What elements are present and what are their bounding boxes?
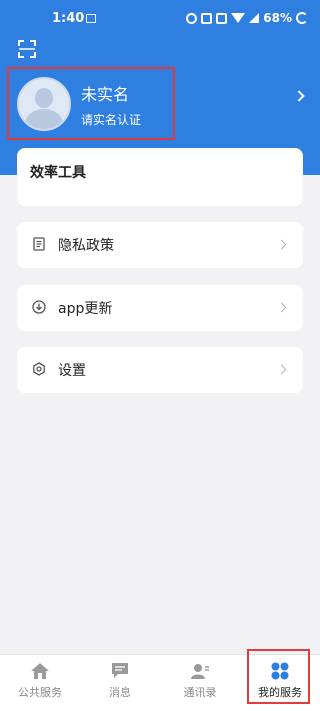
efficiency-tools-title: 效率工具 (30, 165, 86, 181)
profile-card[interactable]: 未实名 请实名认证 (7, 67, 175, 140)
download-icon (32, 300, 46, 314)
efficiency-tools-card: 效率工具 (17, 148, 303, 206)
status-time: 1:40 (52, 11, 85, 26)
alarm-icon (186, 12, 198, 24)
tab-messages[interactable]: 消息 (80, 655, 160, 711)
chevron-right-icon (276, 364, 287, 375)
battery-percent: 68% (263, 11, 292, 25)
gallery-notification-icon (86, 14, 96, 23)
menu-item-app-update[interactable]: app更新 (17, 285, 303, 331)
nfc-icon (201, 12, 213, 24)
signal-icon (249, 13, 260, 23)
message-icon (112, 663, 128, 678)
settings-icon (33, 362, 45, 376)
tab-contacts[interactable]: 通讯录 (160, 655, 240, 711)
profile-verify-prompt: 请实名认证 (81, 113, 142, 127)
tab-label: 公共服务 (18, 686, 62, 699)
menu-label: app更新 (58, 301, 113, 317)
home-icon (31, 663, 49, 679)
menu-label: 隐私政策 (58, 238, 114, 254)
menu-item-privacy-policy[interactable]: 隐私政策 (17, 222, 303, 268)
status-icons: 68% (186, 11, 308, 25)
tab-public-services[interactable]: 公共服务 (0, 655, 80, 711)
menu-item-settings[interactable]: 设置 (17, 347, 303, 393)
chevron-right-icon (276, 302, 287, 313)
avatar (17, 77, 71, 131)
profile-name: 未实名 (81, 85, 130, 104)
tab-label: 通讯录 (183, 686, 217, 699)
wifi-icon (231, 13, 246, 23)
status-bar: 1:40 68% (0, 0, 320, 40)
scan-icon[interactable] (18, 40, 36, 58)
battery-icon (296, 12, 308, 24)
chevron-right-icon (276, 239, 287, 250)
contacts-icon (191, 664, 209, 679)
menu-label: 设置 (58, 363, 86, 379)
tab-highlight-frame (247, 649, 310, 704)
vibrate-icon (216, 12, 228, 24)
tab-label: 消息 (109, 686, 131, 699)
document-icon (33, 237, 45, 251)
